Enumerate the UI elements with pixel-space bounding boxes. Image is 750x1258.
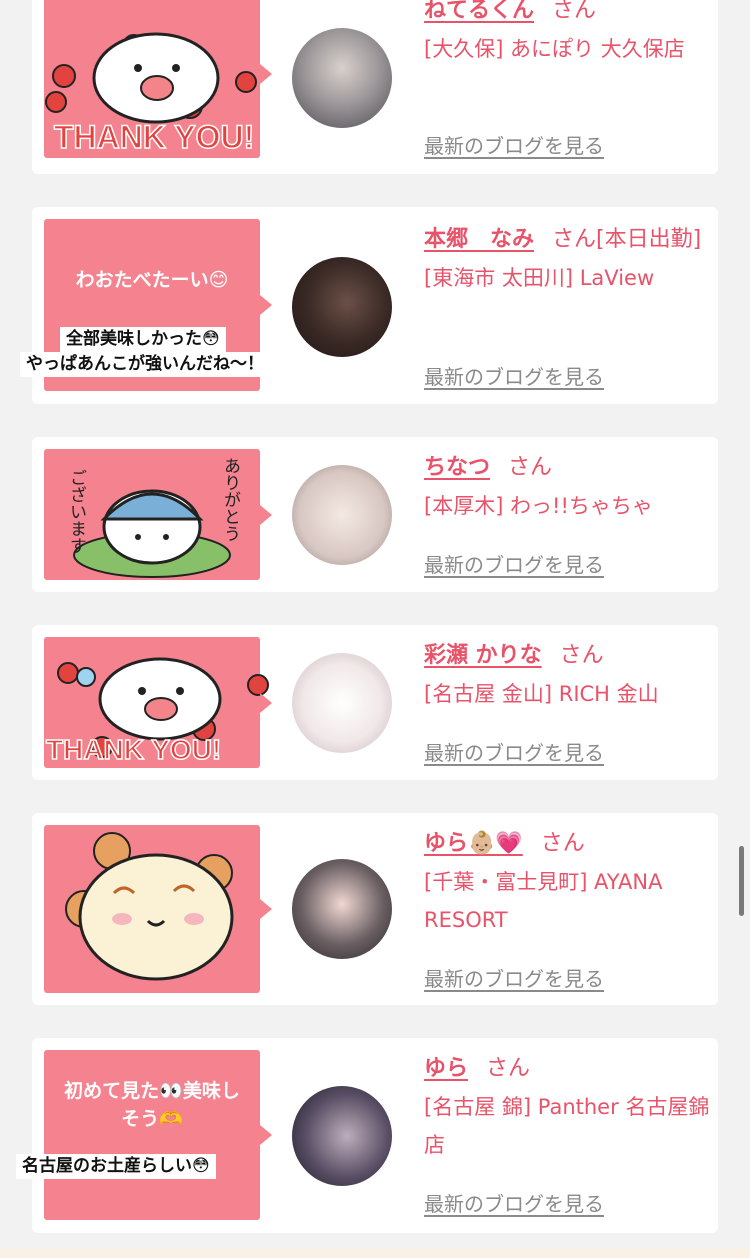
shop-name: [東海市 太田川] LaView [424, 266, 655, 290]
avatar[interactable] [292, 1086, 392, 1186]
honorific: さん [559, 643, 604, 668]
thank-you-sticker: THANK YOU! [45, 32, 257, 156]
cast-info: ちなつ さん [本厚木] わっ!!ちゃちゃ [424, 449, 714, 525]
message-text: 初めて見た👀美味しそう🫶 [64, 1080, 240, 1130]
message-bubble: THANK YOU! [44, 637, 272, 768]
cast-name-link[interactable]: ねてるくん [424, 0, 534, 23]
thank-you-sticker: THANK YOU! [45, 657, 269, 766]
honorific: さん [552, 0, 597, 23]
latest-blog-link[interactable]: 最新のブログを見る [424, 361, 604, 390]
honorific: さん[本日出勤] [552, 227, 702, 252]
honorific: さん [508, 455, 553, 480]
avatar[interactable] [292, 859, 392, 959]
cast-info: 彩瀬 かりな さん [名古屋 金山] RICH 金山 [424, 637, 714, 713]
scrollbar[interactable] [739, 846, 744, 916]
latest-blog-link[interactable]: 最新のブログを見る [424, 549, 604, 578]
cast-info: ゆら👶🏼💗 さん [千葉・富士見町] AYANA RESORT [424, 825, 714, 939]
sticker-text-right: ありがとう [220, 457, 240, 542]
cast-info: 本郷 なみ さん[本日出勤] [東海市 太田川] LaView [424, 221, 714, 297]
message-bubble [44, 825, 272, 993]
cast-name-link[interactable]: 本郷 なみ [424, 227, 534, 252]
cast-name-link[interactable]: ゆら👶🏼💗 [424, 831, 523, 856]
cast-name-link[interactable]: ゆら [424, 1056, 468, 1081]
latest-blog-link[interactable]: 最新のブログを見る [424, 963, 604, 992]
bottom-strip [0, 1248, 750, 1258]
name-line: 彩瀬 かりな さん [424, 637, 714, 675]
latest-blog-link[interactable]: 最新のブログを見る [424, 737, 604, 766]
cast-info: ねてるくん さん [大久保] あにぽり 大久保店 [424, 0, 714, 68]
name-line: ゆら さん [424, 1050, 714, 1088]
cast-info: ゆら さん [名古屋 錦] Panther 名古屋錦店 [424, 1050, 714, 1164]
message-card: THANK YOU! ねてるくん さん [大久保] あにぽり 大久保店 最新のブロ… [32, 0, 718, 174]
avatar[interactable] [292, 28, 392, 128]
latest-blog-link[interactable]: 最新のブログを見る [424, 1188, 604, 1217]
shop-name: [本厚木] わっ!!ちゃちゃ [424, 494, 653, 518]
shop-name: [名古屋 錦] Panther 名古屋錦店 [424, 1095, 710, 1157]
message-bubble: わおたべたーい😊 全部美味しかった😳 やっぱあんこが強いんだね〜！ [20, 219, 272, 391]
shop-name: [名古屋 金山] RICH 金山 [424, 682, 659, 706]
sticker-text: THANK YOU! [54, 119, 254, 155]
message-card: ゆら👶🏼💗 さん [千葉・富士見町] AYANA RESORT 最新のブログを見る [32, 813, 718, 1005]
dog-sticker [65, 832, 234, 981]
sticker-text-left: ございます [66, 469, 86, 554]
message-bubble: THANK YOU! [44, 0, 272, 158]
honorific: さん [486, 1056, 531, 1081]
sticker-text: THANK YOU! [46, 734, 221, 765]
message-card: 初めて見た👀美味しそう🫶 名古屋のお土産らしい😳 ゆら さん [名古屋 錦] Pa… [16, 1038, 718, 1233]
caption: やっぱあんこが強いんだね〜！ [20, 352, 270, 377]
message-bubble: 初めて見た👀美味しそう🫶 名古屋のお土産らしい😳 [16, 1050, 272, 1220]
shop-name: [千葉・富士見町] AYANA RESORT [424, 870, 663, 932]
avatar[interactable] [292, 653, 392, 753]
message-text: わおたべたーい😊 [75, 269, 229, 291]
message-bubble: ございます ありがとう [44, 449, 272, 580]
message-card: THANK YOU! 彩瀬 かりな さん [名古屋 金山] RICH 金山 最新の… [32, 625, 718, 780]
honorific: さん [540, 831, 585, 856]
cast-name-link[interactable]: 彩瀬 かりな [424, 643, 542, 668]
name-line: ねてるくん さん [424, 0, 714, 30]
avatar[interactable] [292, 465, 392, 565]
name-line: ちなつ さん [424, 449, 714, 487]
name-line: 本郷 なみ さん[本日出勤] [424, 221, 714, 259]
message-card: ございます ありがとう ちなつ さん [本厚木] わっ!!ちゃちゃ 最新のブログを… [32, 437, 718, 592]
thank-you-sticker: ございます ありがとう [66, 457, 240, 578]
caption: 名古屋のお土産らしい😳 [16, 1154, 216, 1179]
caption: 全部美味しかった😳 [60, 327, 226, 352]
cast-name-link[interactable]: ちなつ [424, 455, 490, 480]
name-line: ゆら👶🏼💗 さん [424, 825, 714, 863]
message-card: わおたべたーい😊 全部美味しかった😳 やっぱあんこが強いんだね〜！ 本郷 なみさ… [20, 207, 718, 404]
avatar[interactable] [292, 257, 392, 357]
latest-blog-link[interactable]: 最新のブログを見る [424, 130, 604, 159]
shop-name: [大久保] あにぽり 大久保店 [424, 37, 685, 61]
